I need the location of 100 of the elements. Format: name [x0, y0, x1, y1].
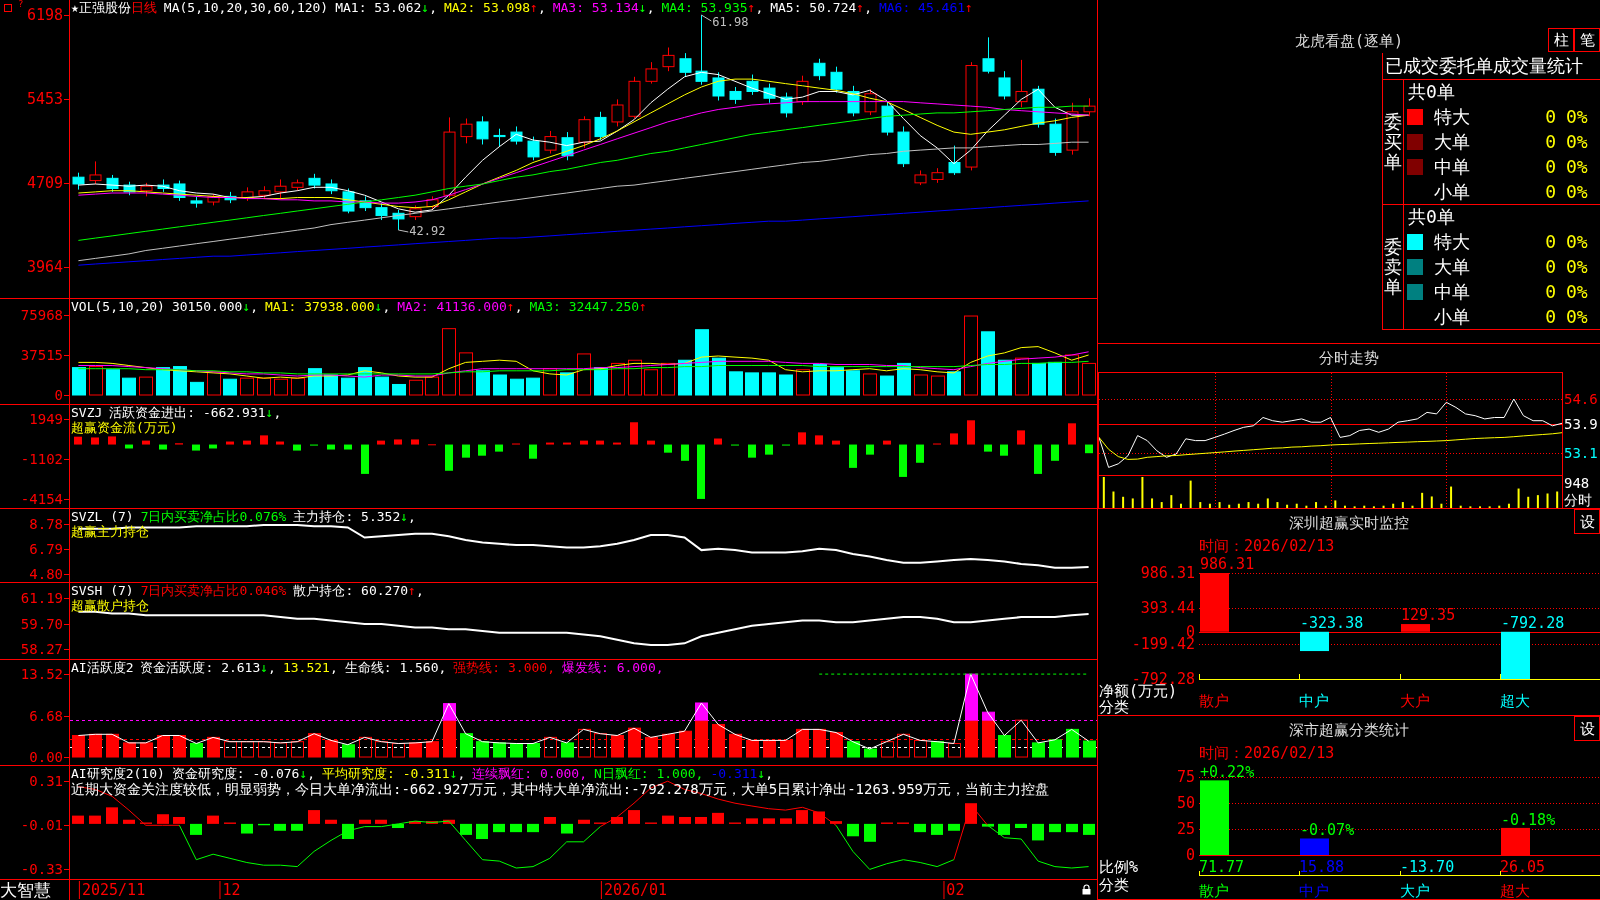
candle — [712, 71, 725, 101]
axis-tick-label: 4.80 — [29, 565, 63, 582]
settings-button[interactable]: 设 — [1574, 716, 1600, 741]
axis-tick-label: 5453 — [26, 91, 63, 108]
row-label: 特大 — [1434, 106, 1470, 129]
axis-label: 分类 — [1099, 699, 1129, 715]
change-label: +0.22% — [1200, 765, 1255, 781]
legend-entry: 生命线: 1.560, — [344, 660, 447, 675]
candle — [392, 209, 405, 231]
change-label: -0.18% — [1501, 812, 1556, 828]
candle — [89, 160, 102, 185]
candle — [291, 178, 304, 192]
order-total: 共0单 — [1408, 206, 1455, 229]
legend-entry: 资金活跃度: 2.613↓, — [140, 660, 276, 675]
candle — [460, 118, 473, 144]
section-label: 委卖单 — [1384, 237, 1402, 297]
legend-entry: MA2: 53.098↑, — [443, 0, 546, 15]
axis-tick-label: 8.78 — [29, 515, 63, 532]
date-label: 02 — [943, 881, 965, 899]
value-label: 986.31 — [1200, 556, 1255, 572]
legend-entry: MA3: 32447.250↑ — [529, 299, 647, 314]
category-label: 中户 — [1299, 692, 1329, 710]
row-share: 0% — [1566, 255, 1588, 278]
axis-tick-label: 4709 — [26, 174, 63, 191]
axis-tick-label: 0.31 — [29, 773, 63, 790]
axis-tick-label: 54.6 — [1564, 390, 1598, 407]
axis-tick-label: 6198 — [26, 7, 63, 23]
candle — [594, 111, 607, 141]
legend-entry: N日飘红: 1.000, — [594, 766, 704, 781]
candle — [914, 169, 927, 186]
value-label: 15.88 — [1299, 859, 1345, 875]
value-label: 71.77 — [1199, 859, 1245, 875]
legend-entry: SVSH (7) — [71, 583, 134, 598]
category-label: 超大 — [1500, 692, 1530, 710]
chart-subtitle: 时间：2026/02/13 — [1199, 537, 1335, 555]
candle — [982, 36, 995, 74]
candle — [359, 195, 372, 212]
candle — [274, 178, 287, 201]
legend-entry: MA4: 53.935↑, — [661, 0, 764, 15]
legend-entry: 连续飘红: 0.000, — [472, 766, 587, 781]
panel-title: 深市超赢分类统计 — [1289, 720, 1409, 739]
volume-scale-label: 948 — [1564, 475, 1590, 491]
axis-tick-label: 6.68 — [29, 708, 63, 724]
candle — [645, 61, 658, 85]
candle — [476, 115, 489, 145]
legend-entry: 平均研究度: -0.311↓, — [322, 766, 466, 781]
settings-button[interactable]: 设 — [1574, 509, 1600, 534]
row-count: 0 — [1545, 255, 1556, 278]
axis-tick-label: 0 — [1185, 847, 1195, 863]
row-count: 0 — [1545, 106, 1556, 129]
axis-tick-label: -0.01 — [20, 817, 63, 834]
candle — [729, 86, 742, 105]
axis-label: 比例% — [1099, 859, 1139, 875]
axis-tick-label: 1949 — [29, 411, 63, 427]
axis-tick-label: 0.00 — [29, 749, 63, 765]
candle — [426, 195, 439, 210]
candle — [948, 145, 961, 176]
volume-label: 分时 — [1564, 492, 1592, 508]
square-icon — [4, 4, 12, 12]
panel-title: 分时走势 — [1319, 349, 1379, 367]
candle — [375, 202, 388, 221]
chart-subtitle: 时间：2026/02/13 — [1199, 744, 1335, 762]
candle — [173, 180, 186, 202]
toggle-button[interactable]: 柱 — [1548, 28, 1574, 52]
candle — [864, 88, 877, 116]
chart-period: 日线 — [130, 0, 157, 15]
row-count: 0 — [1545, 305, 1556, 328]
candle — [679, 52, 692, 78]
candle — [493, 128, 506, 148]
axis-tick-label: 53.9 — [1564, 416, 1598, 432]
candle — [207, 193, 220, 206]
row-share: 0% — [1566, 106, 1588, 129]
candle — [325, 178, 338, 195]
row-label: 小单 — [1434, 180, 1470, 203]
axis-tick-label: 986.31 — [1140, 565, 1195, 581]
axis-tick-label: 37515 — [20, 347, 63, 364]
candle — [241, 186, 254, 202]
legend-entry: VOL(5,10,20) — [71, 299, 165, 314]
category-label: 超大 — [1500, 882, 1530, 900]
high-price-label: 61.98 — [712, 16, 749, 29]
axis-tick-label: 59.70 — [20, 616, 63, 633]
candle — [72, 172, 85, 191]
date-label: 2025/11 — [78, 881, 146, 899]
candle — [763, 83, 776, 104]
candle — [224, 191, 237, 204]
candle — [106, 174, 119, 193]
axis-tick-label: 58.27 — [20, 641, 63, 658]
candle — [258, 185, 271, 200]
toggle-button[interactable]: 笔 — [1574, 28, 1600, 52]
row-label: 大单 — [1434, 131, 1470, 153]
candle — [1049, 118, 1062, 157]
candle — [830, 66, 843, 94]
legend-entry: AI活跃度2 — [71, 660, 134, 675]
axis-tick-label: 25 — [1176, 821, 1195, 837]
axis-tick-label: 53.1 — [1564, 444, 1598, 461]
candle — [628, 76, 641, 120]
axis-tick-label: 0 — [54, 387, 63, 403]
axis-tick-label: 50 — [1176, 795, 1195, 811]
row-count: 0 — [1545, 131, 1556, 153]
legend-entry: SVZJ — [71, 405, 103, 420]
